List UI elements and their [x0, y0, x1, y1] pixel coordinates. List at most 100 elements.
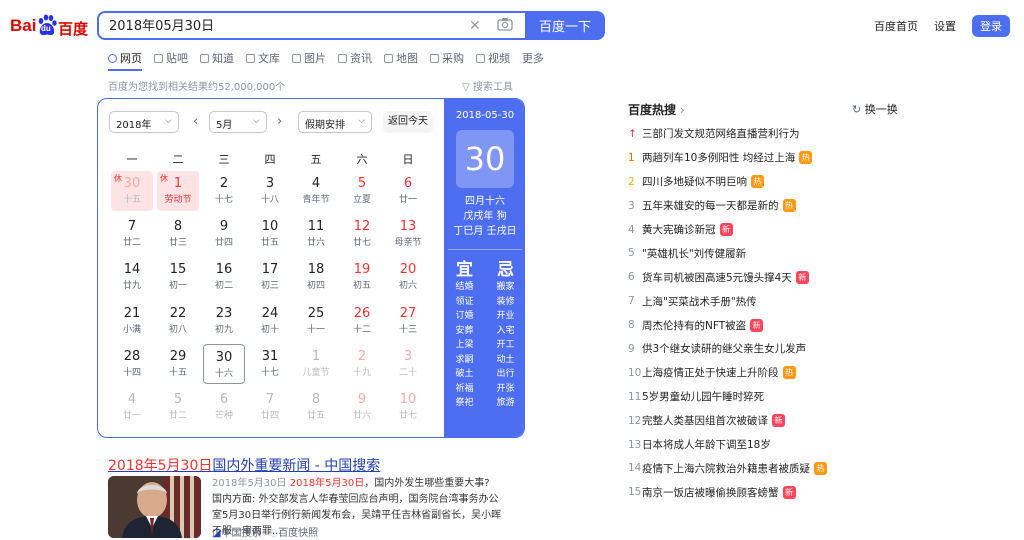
calendar-day[interactable]: 18 初四 [295, 257, 337, 297]
calendar-day[interactable]: 2 十七 [203, 171, 245, 211]
tab-more[interactable]: 更多 [522, 50, 544, 66]
calendar-day[interactable]: 6 廿一 [387, 171, 429, 211]
news-result-title[interactable]: 2018年5月30日国内外重要新闻 - 中国搜索 [108, 455, 380, 475]
back-to-today-button[interactable]: 返回今天 [383, 111, 433, 133]
calendar-day[interactable]: 15 初一 [157, 257, 199, 297]
calendar-day[interactable]: 9 廿六 [341, 387, 383, 427]
calendar-day[interactable]: 31 十七 [249, 344, 291, 384]
calendar-day[interactable]: 21 小满 [111, 301, 153, 341]
calendar-day[interactable]: 26 十二 [341, 301, 383, 341]
hot-search-item[interactable]: 4 黄大宪确诊新冠新 [628, 218, 888, 242]
hot-search-item[interactable]: 11 5岁男童幼儿园午睡时猝死 [628, 385, 888, 409]
source-link[interactable]: ◪中国搜索 [212, 524, 261, 539]
calendar-day[interactable]: 3 二十 [387, 344, 429, 384]
settings-link[interactable]: 设置 [934, 18, 956, 34]
home-link[interactable]: 百度首页 [874, 18, 918, 34]
day-number: 10 [261, 219, 279, 235]
news-source-row: ◪中国搜索 ◎百度快照 [212, 524, 318, 539]
news-thumbnail[interactable] [108, 476, 201, 538]
hot-search-item[interactable]: 2 四川多地疑似不明巨响热 [628, 170, 888, 194]
hot-search-item[interactable]: 6 货车司机被困高速5元馒头撑4天新 [628, 265, 888, 289]
calendar-day[interactable]: 8 廿五 [295, 387, 337, 427]
calendar-day[interactable]: 27 十三 [387, 301, 429, 341]
hot-search-item[interactable]: 5 "英雄机长"刘传健履新 [628, 241, 888, 265]
refresh-button[interactable]: ↻ 换一换 [852, 101, 898, 117]
calendar-day[interactable]: 3 十八 [249, 171, 291, 211]
hot-text: 供3个继女读研的继父亲生女儿发声 [642, 343, 807, 356]
day-number: 10 [399, 392, 417, 407]
calendar-day[interactable]: 11 廿六 [295, 214, 337, 254]
calendar-day[interactable]: 休 1 劳动节 [157, 171, 199, 211]
tab-news[interactable]: 资讯 [338, 50, 372, 66]
next-month-arrow[interactable]: › [277, 114, 282, 129]
yi-item: 结婚 [455, 282, 474, 292]
tab-wenku[interactable]: 文库 [246, 50, 280, 66]
calendar-day[interactable]: 8 廿三 [157, 214, 199, 254]
calendar-day[interactable]: 5 立夏 [341, 171, 383, 211]
tab-purchase[interactable]: 采购 [430, 50, 464, 66]
year-select[interactable]: 2018年 ⌵ [109, 111, 179, 133]
calendar-day[interactable]: 2 十九 [341, 344, 383, 384]
month-select[interactable]: 5月 ⌵ [209, 111, 267, 133]
calendar-day[interactable]: 23 初九 [203, 301, 245, 341]
hot-search-item[interactable]: 8 周杰伦持有的NFT被盗新 [628, 313, 888, 337]
calendar-day[interactable]: 7 廿二 [111, 214, 153, 254]
calendar-day[interactable]: 7 廿四 [249, 387, 291, 427]
calendar-day[interactable]: 29 十五 [157, 344, 199, 384]
yi-item: 求嗣 [455, 354, 474, 365]
snapshot-link[interactable]: ◎百度快照 [269, 524, 318, 539]
search-input[interactable] [109, 17, 449, 32]
lunar-label: 廿四 [214, 238, 233, 249]
calendar-day[interactable]: 12 廿七 [341, 214, 383, 254]
prev-month-arrow[interactable]: ‹ [193, 114, 198, 129]
hot-search-item[interactable]: 1 两趟列车10多例阳性 均经过上海热 [628, 146, 888, 170]
calendar-day[interactable]: 6 芒种 [203, 387, 245, 427]
calendar-day[interactable]: 休 30 十五 [111, 171, 153, 211]
calendar-day[interactable]: 14 廿九 [111, 257, 153, 297]
tab-map[interactable]: 地图 [384, 50, 418, 66]
calendar-day[interactable]: 9 廿四 [203, 214, 245, 254]
tab-web[interactable]: 网页 [108, 50, 142, 66]
login-button[interactable]: 登录 [972, 15, 1010, 37]
calendar-day[interactable]: 24 初十 [249, 301, 291, 341]
hot-search-item[interactable]: ↑ 三部门发文规范网络直播营利行为 [628, 122, 888, 146]
hot-search-item[interactable]: 9 供3个继女读研的继父亲生女儿发声 [628, 337, 888, 361]
hot-search-item[interactable]: 13 日本将成人年龄下调至18岁 [628, 433, 888, 457]
calendar-day[interactable]: 20 初六 [387, 257, 429, 297]
tab-video[interactable]: 视频 [476, 50, 510, 66]
calendar-day[interactable]: 5 廿二 [157, 387, 199, 427]
search-button[interactable]: 百度一下 [525, 11, 605, 40]
hot-search-item[interactable]: 12 完整人类基因组首次被破译新 [628, 409, 888, 433]
baidu-logo[interactable]: Bai du 百度 [10, 12, 88, 40]
tab-images[interactable]: 图片 [292, 50, 326, 66]
search-tools-link[interactable]: ▽ 搜索工具 [462, 78, 513, 93]
lunar-label: 十五 [168, 367, 187, 378]
camera-icon[interactable] [497, 17, 513, 31]
calendar-day[interactable]: 1 儿童节 [295, 344, 337, 384]
hot-search-item[interactable]: 10 上海疫情正处于快速上升阶段热 [628, 361, 888, 385]
hot-rank: 4 [628, 223, 635, 236]
hot-search-title[interactable]: 百度热搜 › [628, 101, 685, 118]
calendar-day[interactable]: 4 廿一 [111, 387, 153, 427]
calendar-day[interactable]: 30 十六 [203, 343, 245, 384]
hot-search-item[interactable]: 7 上海"买菜战术手册"热传 [628, 289, 888, 313]
day-number: 23 [215, 305, 233, 321]
hot-search-item[interactable]: 3 五年来雄安的每一天都是新的热 [628, 194, 888, 218]
clear-icon[interactable]: ✕ [469, 18, 481, 34]
calendar-day[interactable]: 10 廿七 [387, 387, 429, 427]
calendar-day[interactable]: 13 母亲节 [387, 214, 429, 254]
hot-search-item[interactable]: 15 南京一饭店被曝偷换顾客螃蟹新 [628, 480, 888, 504]
holiday-select[interactable]: 假期安排 ⌵ [298, 111, 372, 133]
calendar-day[interactable]: 22 初八 [157, 301, 199, 341]
tab-zhidao[interactable]: 知道 [200, 50, 234, 66]
calendar-day[interactable]: 17 初三 [249, 257, 291, 297]
calendar-day[interactable]: 10 廿五 [249, 214, 291, 254]
calendar-day[interactable]: 19 初五 [341, 257, 383, 297]
tab-tieba[interactable]: 贴吧 [154, 50, 188, 66]
calendar-day[interactable]: 25 十一 [295, 301, 337, 341]
weekday-label: 六 [356, 153, 368, 166]
calendar-day[interactable]: 16 初二 [203, 257, 245, 297]
calendar-day[interactable]: 4 青年节 [295, 171, 337, 211]
hot-search-item[interactable]: 14 疫情下上海六院救治外籍患者被质疑热 [628, 456, 888, 480]
calendar-day[interactable]: 28 十四 [111, 344, 153, 384]
